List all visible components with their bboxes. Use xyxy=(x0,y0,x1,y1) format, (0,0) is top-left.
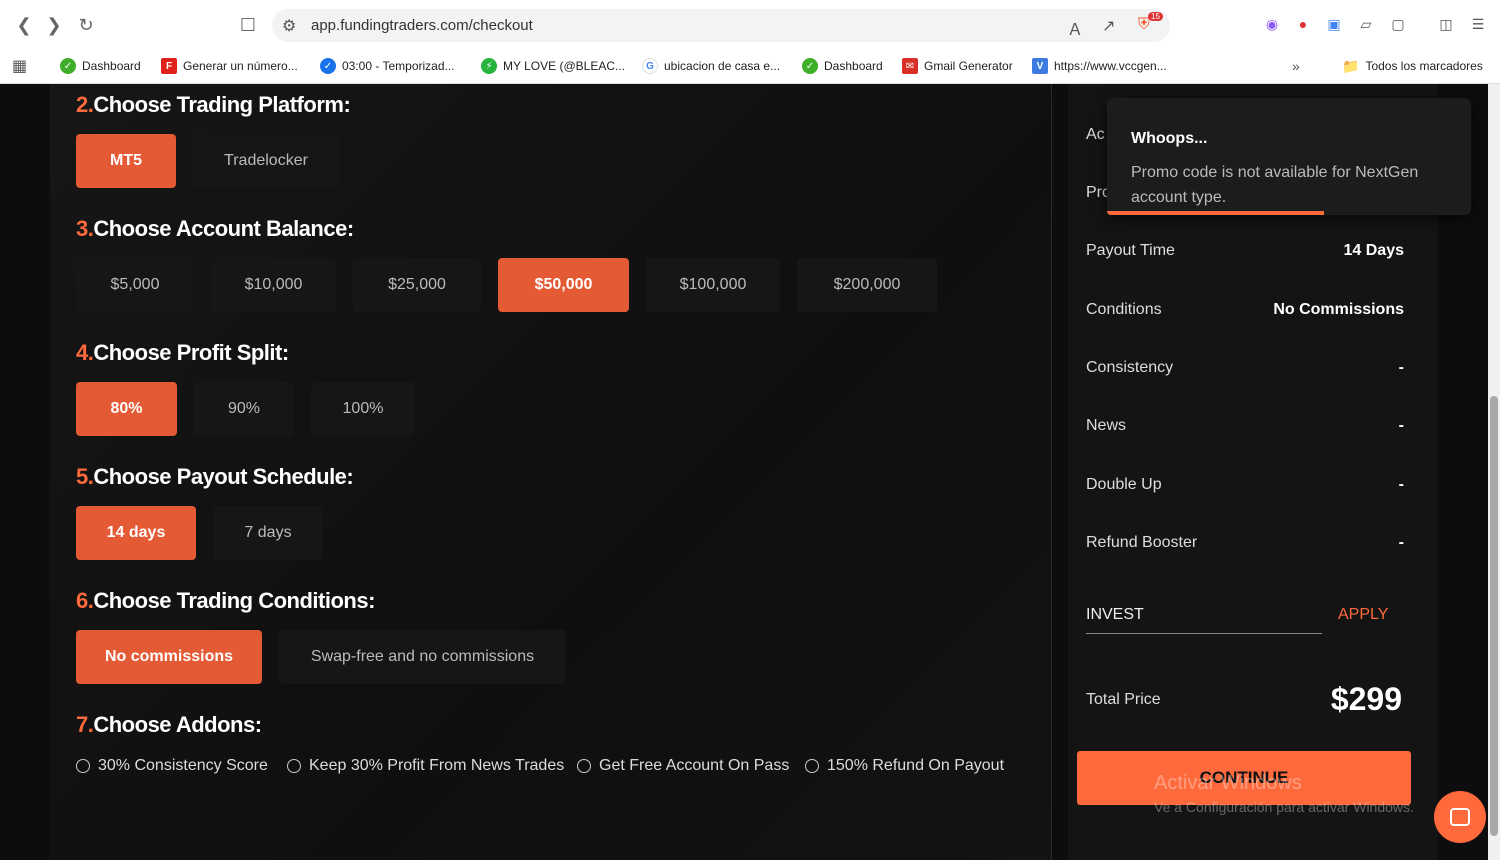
bookmark-item[interactable]: ⚡ MY LOVE (@BLEAC... xyxy=(481,55,625,77)
toast-progress-bar xyxy=(1107,211,1324,215)
summary-label-cut: Ac xyxy=(1086,126,1105,143)
bookmark-favicon-icon: ✉ xyxy=(902,58,918,74)
bookmark-item[interactable]: Gubicacion de casa e... xyxy=(642,55,780,77)
balance-option-200000[interactable]: $200,000 xyxy=(797,258,937,312)
total-price-label: Total Price xyxy=(1086,691,1161,708)
balance-option-10000[interactable]: $10,000 xyxy=(211,258,336,312)
menu-icon[interactable]: ☰ xyxy=(1468,14,1488,34)
bookmark-favicon-icon: ✓ xyxy=(320,58,336,74)
chat-launcher-button[interactable] xyxy=(1434,791,1486,843)
summary-row-news: News - xyxy=(1086,417,1404,434)
bookmark-item[interactable]: ✉ Gmail Generator xyxy=(902,55,1013,77)
payout-option-7-days[interactable]: 7 days xyxy=(213,506,323,560)
conditions-option-no-commissions[interactable]: No commissions xyxy=(76,630,262,684)
sidebar-toggle-icon[interactable]: ◫ xyxy=(1436,14,1456,34)
summary-row-refund-booster: Refund Booster - xyxy=(1086,534,1404,551)
extension-purple-icon[interactable]: ◉ xyxy=(1262,14,1282,34)
split-option-80[interactable]: 80% xyxy=(76,382,177,436)
more-bookmarks-icon[interactable]: » xyxy=(1292,55,1300,77)
bookmark-icon[interactable]: ☐ xyxy=(236,13,260,37)
extension-translate-icon[interactable]: ▣ xyxy=(1324,14,1344,34)
balance-option-5000[interactable]: $5,000 xyxy=(76,258,194,312)
radio-icon[interactable] xyxy=(76,759,90,773)
summary-row-conditions: Conditions No Commissions xyxy=(1086,301,1404,318)
browser-toolbar: ❮ ❯ ↻ ☐ ⚙ app.fundingtraders.com/checkou… xyxy=(0,0,1500,50)
back-icon[interactable]: ❮ xyxy=(12,13,36,37)
toast-message: Promo code is not available for NextGen … xyxy=(1131,164,1419,206)
shield-badge: 15 xyxy=(1148,12,1163,21)
radio-icon[interactable] xyxy=(577,759,591,773)
tab-search-icon[interactable]: ▢ xyxy=(1388,14,1408,34)
platform-option-tradelocker[interactable]: Tradelocker xyxy=(192,134,340,188)
bookmark-item[interactable]: F Generar un número... xyxy=(161,55,298,77)
promo-code-input[interactable]: INVEST xyxy=(1086,602,1322,634)
summary-row-payout-time: Payout Time 14 Days xyxy=(1086,242,1404,259)
split-option-100[interactable]: 100% xyxy=(311,382,415,436)
url-text: app.fundingtraders.com/checkout xyxy=(311,17,533,34)
bookmark-item[interactable]: Vhttps://www.vccgen... xyxy=(1032,55,1167,77)
scrollbar-thumb[interactable] xyxy=(1490,396,1498,836)
extension-bug-icon[interactable]: ● xyxy=(1293,14,1313,34)
step-payout-title: 5.Choose Payout Schedule: xyxy=(76,464,354,489)
checkout-page: 2.Choose Trading Platform: MT5 Tradelock… xyxy=(0,84,1500,860)
step-balance-title: 3.Choose Account Balance: xyxy=(76,216,354,241)
forward-icon[interactable]: ❯ xyxy=(42,13,66,37)
all-bookmarks[interactable]: 📁 Todos los marcadores xyxy=(1342,55,1483,77)
site-info-icon[interactable]: ⚙ xyxy=(282,16,296,36)
step-platform-title: 2.Choose Trading Platform: xyxy=(76,92,351,117)
split-option-90[interactable]: 90% xyxy=(194,382,294,436)
balance-option-25000[interactable]: $25,000 xyxy=(353,258,481,312)
step-split-title: 4.Choose Profit Split: xyxy=(76,340,289,365)
conditions-option-swap-free[interactable]: Swap-free and no commissions xyxy=(279,630,566,684)
summary-row-double-up: Double Up - xyxy=(1086,476,1404,493)
browser-chrome: ❮ ❯ ↻ ☐ ⚙ app.fundingtraders.com/checkou… xyxy=(0,0,1500,84)
chat-icon xyxy=(1450,808,1470,826)
bookmark-favicon-icon: ✓ xyxy=(802,58,818,74)
step-addons-title: 7.Choose Addons: xyxy=(76,712,262,737)
bookmark-item[interactable]: ✓ Dashboard xyxy=(60,55,141,77)
bookmark-favicon-icon: V xyxy=(1032,58,1048,74)
bookmark-item[interactable]: ✓ Dashboard xyxy=(802,55,883,77)
radio-icon[interactable] xyxy=(805,759,819,773)
reload-icon[interactable]: ↻ xyxy=(74,13,98,37)
share-icon[interactable]: ↗ xyxy=(1102,16,1115,36)
translate-icon[interactable]: Ａ xyxy=(1067,16,1083,40)
addon-free-account[interactable]: Get Free Account On Pass xyxy=(577,757,789,775)
folder-icon: 📁 xyxy=(1342,57,1360,74)
page-scrollbar[interactable] xyxy=(1488,84,1500,860)
apply-promo-button[interactable]: APPLY xyxy=(1338,606,1388,624)
windows-watermark-title: Activar Windows xyxy=(1154,772,1302,794)
bookmark-favicon-icon: F xyxy=(161,58,177,74)
addon-refund[interactable]: 150% Refund On Payout xyxy=(805,757,1004,775)
payout-option-14-days[interactable]: 14 days xyxy=(76,506,196,560)
windows-watermark-subtitle: Ve a Configuración para activar Windows. xyxy=(1154,799,1414,815)
apps-grid-icon[interactable]: ▦ xyxy=(12,55,27,77)
radio-icon[interactable] xyxy=(287,759,301,773)
step-conditions-title: 6.Choose Trading Conditions: xyxy=(76,588,375,613)
bookmark-favicon-icon: ✓ xyxy=(60,58,76,74)
address-bar[interactable]: ⚙ app.fundingtraders.com/checkout Ａ ↗ ⛨ … xyxy=(272,9,1170,42)
summary-row-consistency: Consistency - xyxy=(1086,359,1404,376)
bookmark-favicon-icon: G xyxy=(642,58,658,74)
total-price-value: $299 xyxy=(1330,681,1402,717)
bookmarks-bar: ▦ ✓ Dashboard F Generar un número... ✓ 03:0… xyxy=(0,50,1500,84)
extensions-puzzle-icon[interactable]: ▱ xyxy=(1356,14,1376,34)
toast-title: Whoops... xyxy=(1131,130,1208,147)
addon-news-trades[interactable]: Keep 30% Profit From News Trades xyxy=(287,757,564,775)
platform-option-mt5[interactable]: MT5 xyxy=(76,134,176,188)
error-toast[interactable]: Whoops... Promo code is not available fo… xyxy=(1107,98,1471,215)
addon-consistency[interactable]: 30% Consistency Score xyxy=(76,757,268,775)
bookmark-favicon-icon: ⚡ xyxy=(481,58,497,74)
balance-option-100000[interactable]: $100,000 xyxy=(646,258,780,312)
balance-option-50000[interactable]: $50,000 xyxy=(498,258,629,312)
bookmark-item[interactable]: ✓ 03:00 - Temporizad... xyxy=(320,55,455,77)
